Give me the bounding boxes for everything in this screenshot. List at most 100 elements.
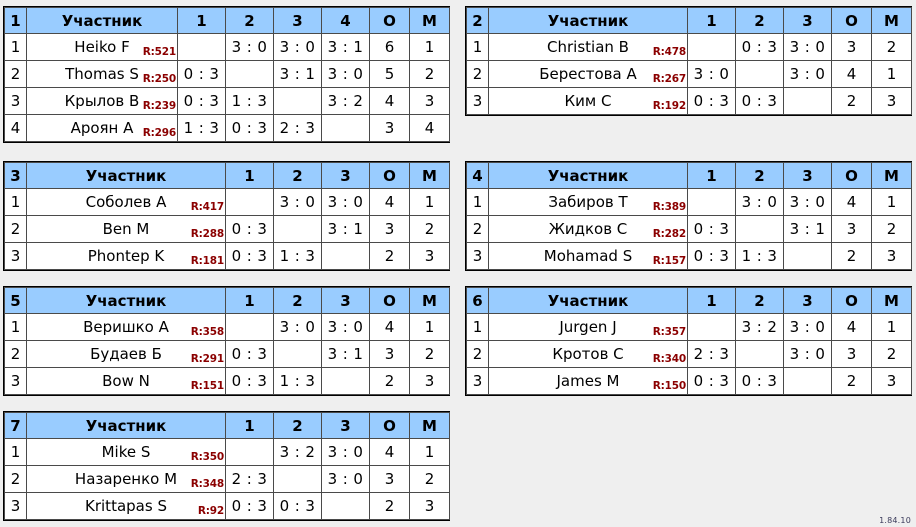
match-cell-score[interactable]: 0 : 3 [225,367,274,395]
table-row[interactable]: 1 Jurgen J R:357 3 : 23 : 041 [466,313,912,341]
match-cell-score[interactable]: 3 : 0 [735,188,784,216]
participant-cell[interactable]: Ben M R:288 [26,215,226,243]
match-cell-score[interactable]: 0 : 3 [225,492,274,520]
match-cell-score[interactable]: 3 : 1 [273,60,322,88]
table-row[interactable]: 1 Christian B R:478 0 : 33 : 032 [466,33,912,61]
table-row[interactable]: 2 Берестова А R:267 3 : 03 : 041 [466,60,912,88]
match-cell-score[interactable]: 3 : 0 [321,465,370,493]
table-row[interactable]: 2 Будаев Б R:291 0 : 33 : 132 [4,340,450,368]
match-cell-score[interactable]: 3 : 0 [321,188,370,216]
participant-cell[interactable]: Mike S R:350 [26,438,226,466]
participant-cell[interactable]: Christian B R:478 [488,33,688,61]
match-cell-score[interactable]: 0 : 3 [735,367,784,395]
table-row[interactable]: 2 Жидков С R:282 0 : 33 : 132 [466,215,912,243]
table-row[interactable]: 1 Соболев А R:417 3 : 03 : 041 [4,188,450,216]
participant-cell[interactable]: Соболев А R:417 [26,188,226,216]
table-row[interactable]: 2 Кротов С R:340 2 : 33 : 032 [466,340,912,368]
match-cell-score[interactable]: 0 : 3 [735,33,784,61]
match-cell-score[interactable]: 2 : 3 [687,340,736,368]
participant-cell[interactable]: Ким С R:192 [488,87,688,115]
match-cell-score[interactable]: 3 : 0 [321,60,370,88]
match-cell-score[interactable]: 3 : 1 [321,215,370,243]
participant-cell[interactable]: Phontep K R:181 [26,242,226,270]
match-cell-score[interactable]: 3 : 0 [687,60,736,88]
participant-cell[interactable]: Кротов С R:340 [488,340,688,368]
match-cell-score[interactable]: 0 : 3 [687,87,736,115]
participant-cell[interactable]: Берестова А R:267 [488,60,688,88]
match-cell-score[interactable]: 3 : 0 [783,340,832,368]
participant-cell[interactable]: Heiko F R:521 [26,33,178,61]
match-cell-score[interactable]: 0 : 3 [687,242,736,270]
participant-cell[interactable]: Krittapas S R:92 [26,492,226,520]
table-row[interactable]: 3 Bow N R:151 0 : 31 : 323 [4,367,450,395]
table-row[interactable]: 1 Веришко А R:358 3 : 03 : 041 [4,313,450,341]
match-cell-score[interactable]: 3 : 1 [321,340,370,368]
match-cell-score[interactable]: 3 : 0 [783,188,832,216]
match-cell-score[interactable]: 3 : 0 [783,33,832,61]
match-cell-score[interactable]: 1 : 3 [273,242,322,270]
table-row[interactable]: 3 Крылов В R:239 0 : 31 : 33 : 243 [4,87,450,115]
match-cell-score[interactable]: 1 : 3 [225,87,274,115]
match-cell-score[interactable]: 3 : 0 [273,33,322,61]
participant-cell[interactable]: Жидков С R:282 [488,215,688,243]
match-cell-score[interactable]: 0 : 3 [687,367,736,395]
participant-cell[interactable]: Назаренко М R:348 [26,465,226,493]
match-cell-score[interactable]: 3 : 0 [321,313,370,341]
match-cell-score[interactable]: 0 : 3 [273,492,322,520]
match-cell-score[interactable]: 0 : 3 [687,215,736,243]
table-row[interactable]: 2 Ben M R:288 0 : 33 : 132 [4,215,450,243]
match-cell-score[interactable]: 2 : 3 [273,114,322,142]
match-cell-score[interactable]: 0 : 3 [177,60,226,88]
match-cell-score[interactable]: 3 : 0 [321,438,370,466]
table-row[interactable]: 1 Heiko F R:521 3 : 03 : 03 : 161 [4,33,450,61]
column-header-opponent-2: 2 [735,287,784,314]
match-cell-self [225,313,274,341]
match-cell-self [735,60,784,88]
match-cell-score[interactable]: 3 : 0 [225,33,274,61]
participant-cell[interactable]: James M R:150 [488,367,688,395]
participant-cell[interactable]: Bow N R:151 [26,367,226,395]
match-cell-score[interactable]: 2 : 3 [225,465,274,493]
table-row[interactable]: 3 James M R:150 0 : 30 : 323 [466,367,912,395]
match-cell-score[interactable]: 3 : 0 [273,313,322,341]
match-cell-score[interactable]: 0 : 3 [735,87,784,115]
table-row[interactable]: 1 Mike S R:350 3 : 23 : 041 [4,438,450,466]
row-place-value: 1 [409,188,450,216]
match-cell-score[interactable]: 0 : 3 [225,242,274,270]
match-cell-score[interactable]: 1 : 3 [273,367,322,395]
column-header-participant: Участник [488,162,688,189]
match-cell-score[interactable]: 3 : 0 [783,313,832,341]
table-row[interactable]: 3 Krittapas S R:92 0 : 30 : 323 [4,492,450,520]
match-cell-score[interactable]: 0 : 3 [225,340,274,368]
match-cell-score[interactable]: 3 : 2 [273,438,322,466]
table-row[interactable]: 3 Phontep K R:181 0 : 31 : 323 [4,242,450,270]
row-place-value: 3 [871,367,912,395]
match-cell-score[interactable]: 3 : 0 [783,60,832,88]
table-row[interactable]: 4 Ароян А R:296 1 : 30 : 32 : 334 [4,114,450,142]
match-cell-score[interactable]: 0 : 3 [225,114,274,142]
match-cell-score[interactable]: 3 : 0 [273,188,322,216]
table-row[interactable]: 2 Назаренко М R:348 2 : 33 : 032 [4,465,450,493]
row-seed-number: 3 [4,242,27,270]
participant-cell[interactable]: Thomas S R:250 [26,60,178,88]
participant-cell[interactable]: Будаев Б R:291 [26,340,226,368]
participant-cell[interactable]: Jurgen J R:357 [488,313,688,341]
table-row[interactable]: 3 Ким С R:192 0 : 30 : 323 [466,87,912,115]
match-cell-score[interactable]: 3 : 1 [783,215,832,243]
participant-cell[interactable]: Веришко А R:358 [26,313,226,341]
match-cell-score[interactable]: 0 : 3 [177,87,226,115]
match-cell-score[interactable]: 3 : 1 [321,33,370,61]
match-cell-score[interactable]: 0 : 3 [225,215,274,243]
table-row[interactable]: 2 Thomas S R:250 0 : 33 : 13 : 052 [4,60,450,88]
match-cell-score[interactable]: 1 : 3 [177,114,226,142]
match-cell-score[interactable]: 3 : 2 [735,313,784,341]
participant-cell[interactable]: Mohamad S R:157 [488,242,688,270]
participant-cell[interactable]: Ароян А R:296 [26,114,178,142]
participant-cell[interactable]: Крылов В R:239 [26,87,178,115]
row-seed-number: 1 [466,188,489,216]
table-row[interactable]: 1 Забиров Т R:389 3 : 03 : 041 [466,188,912,216]
table-row[interactable]: 3 Mohamad S R:157 0 : 31 : 323 [466,242,912,270]
match-cell-score[interactable]: 3 : 2 [321,87,370,115]
match-cell-score[interactable]: 1 : 3 [735,242,784,270]
participant-cell[interactable]: Забиров Т R:389 [488,188,688,216]
